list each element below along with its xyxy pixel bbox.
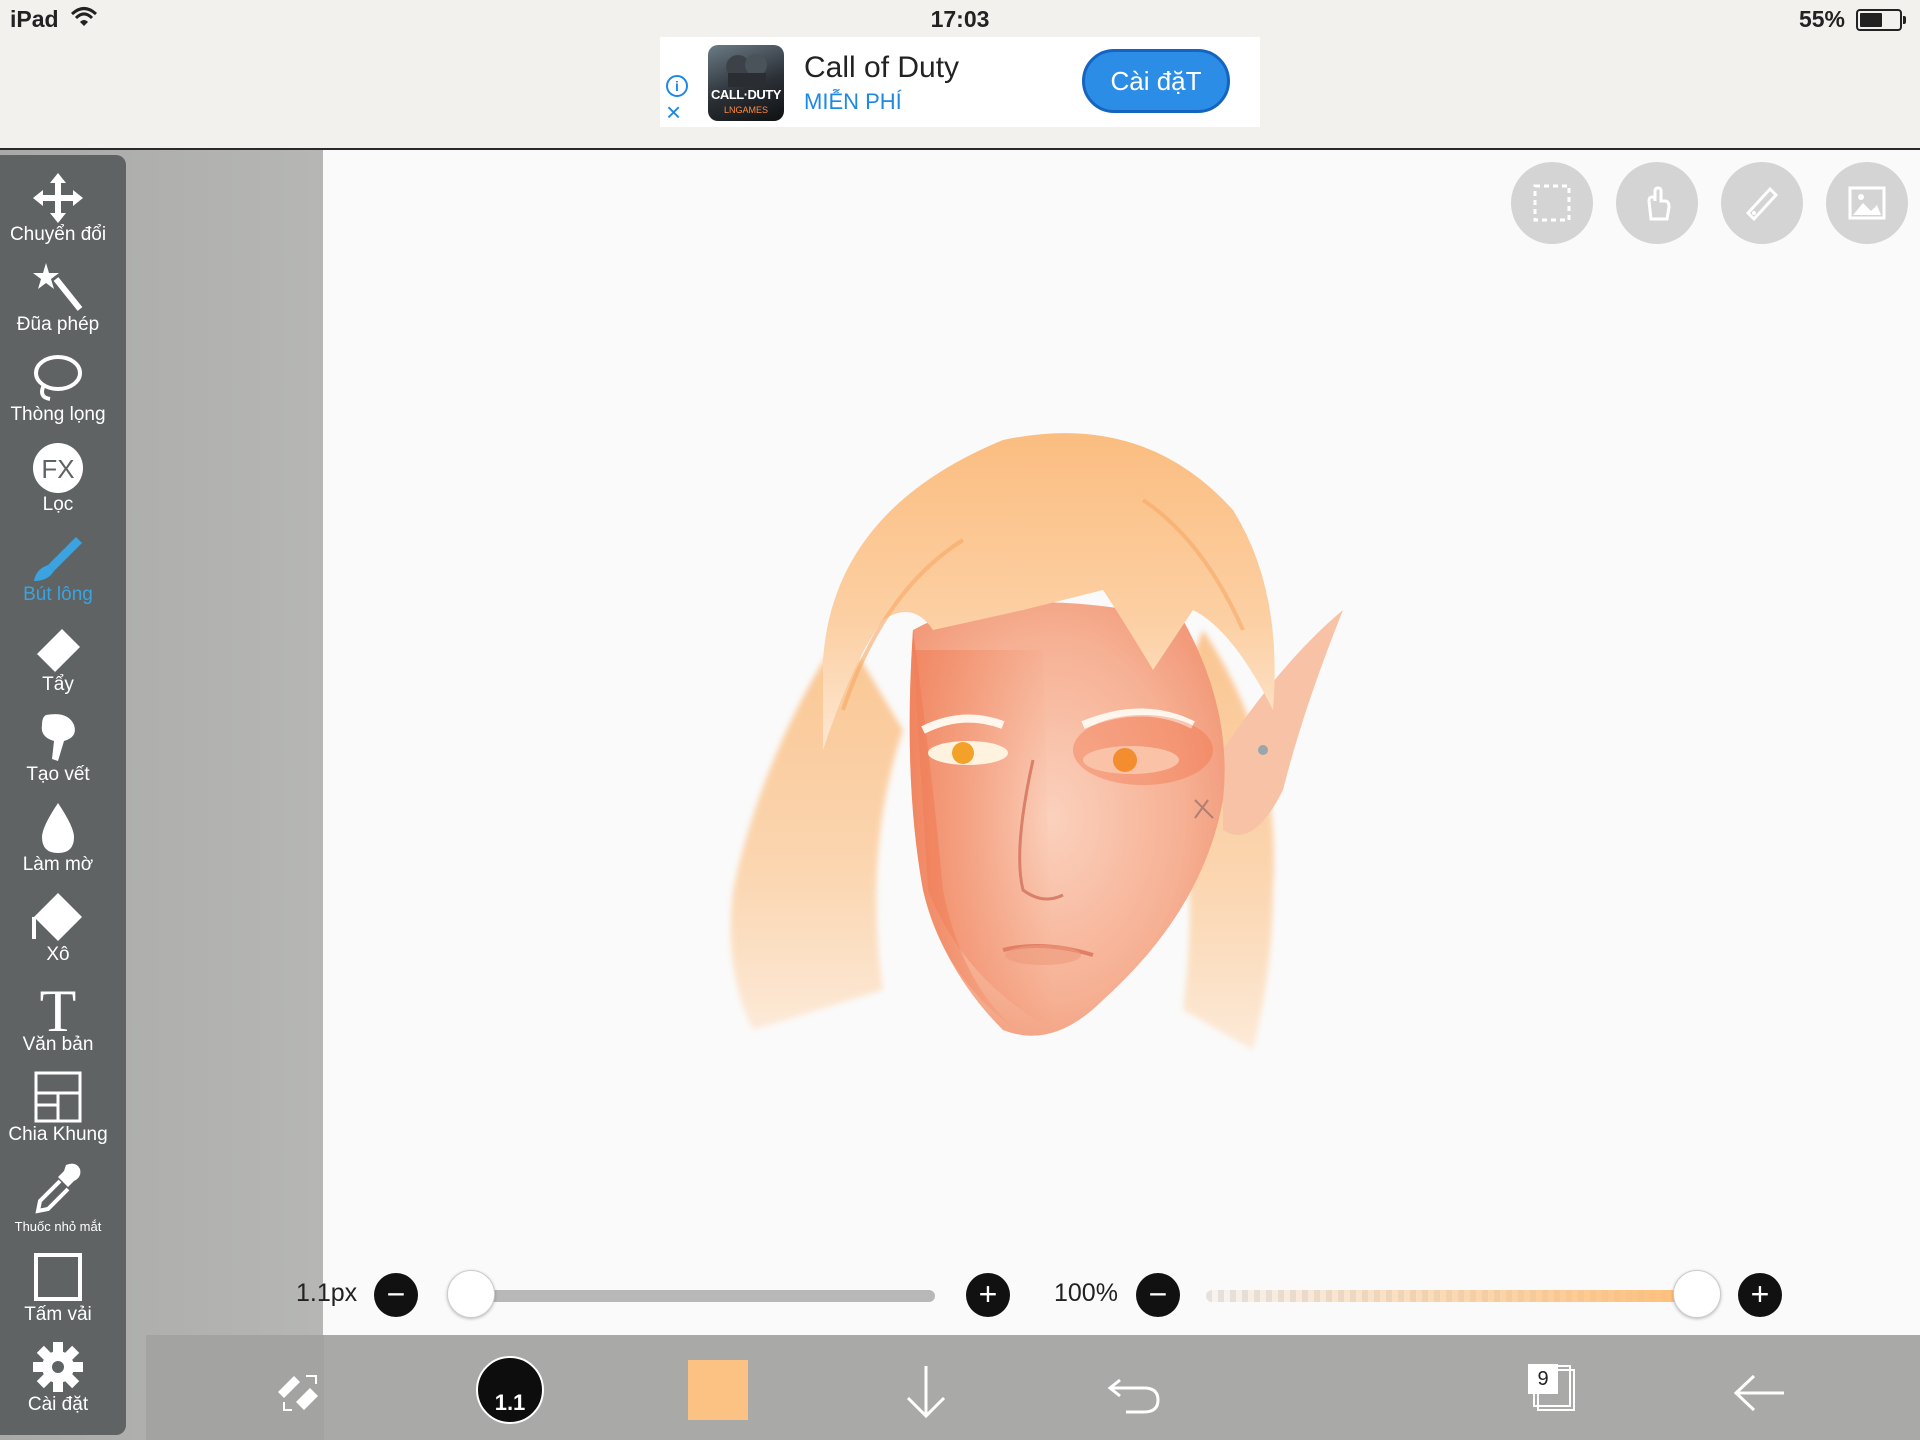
eyedropper-icon: [35, 1163, 81, 1214]
tool-smudge[interactable]: Tạo vết: [0, 707, 116, 797]
tool-label: Chuyển đổi: [9, 224, 107, 245]
tool-label: Xô: [46, 944, 70, 965]
tool-bucket[interactable]: Xô: [0, 887, 116, 977]
reference-image-button[interactable]: [1826, 162, 1908, 244]
tool-label: Văn bản: [22, 1034, 94, 1055]
hand-button[interactable]: [1616, 162, 1698, 244]
tool-text[interactable]: T Văn bản: [0, 977, 116, 1067]
tool-label: Thòng lọng: [10, 404, 106, 425]
tool-label: Tẩy: [42, 674, 74, 695]
status-bar: iPad 17:03 55%: [0, 0, 1920, 38]
brush-opacity-slider-thumb[interactable]: [1673, 1270, 1721, 1318]
tool-label: Đũa phép: [16, 314, 100, 335]
artwork: [730, 433, 1343, 1050]
tool-label: Làm mờ: [22, 854, 94, 875]
brush-size-indicator[interactable]: 1.1: [476, 1356, 544, 1424]
brush-size-slider-thumb[interactable]: [447, 1270, 495, 1318]
tool-eraser[interactable]: Tẩy: [0, 617, 116, 707]
brush-size-label: 1.1px: [296, 1279, 358, 1307]
brush-opacity-slider[interactable]: [1206, 1290, 1696, 1302]
ruler-icon: [1745, 186, 1779, 222]
selection-icon: [1533, 184, 1571, 222]
drawing-canvas[interactable]: [323, 150, 1920, 1335]
ad-banner[interactable]: i × CALL·DUTY LNGAMES Call of Duty MIỄN …: [660, 37, 1260, 127]
ad-info-icon[interactable]: i: [666, 75, 688, 97]
battery-percentage: 55%: [1798, 6, 1845, 32]
tool-settings[interactable]: Cài đặt: [0, 1337, 116, 1427]
smudge-icon: [41, 714, 75, 761]
ad-app-icon[interactable]: CALL·DUTY LNGAMES: [708, 45, 784, 121]
ad-close-icon[interactable]: ×: [666, 99, 681, 125]
ruler-button[interactable]: [1721, 162, 1803, 244]
tool-eyedropper[interactable]: Thuốc nhỏ mắt: [0, 1157, 116, 1247]
tool-filter[interactable]: FX Lọc: [0, 437, 116, 527]
tool-magic-wand[interactable]: Đũa phép: [0, 257, 116, 347]
tool-label: Tạo vết: [26, 764, 90, 785]
tool-blur[interactable]: Làm mờ: [0, 797, 116, 887]
selection-button[interactable]: [1511, 162, 1593, 244]
color-picker-button[interactable]: [688, 1360, 748, 1420]
arrow-down-icon: [906, 1366, 946, 1419]
tool-frame-divider[interactable]: Chia Khung: [0, 1067, 116, 1157]
move-icon: [33, 173, 83, 223]
ad-icon-logo-text: CALL·DUTY: [711, 87, 781, 102]
back-button[interactable]: [1732, 1368, 1788, 1418]
magic-wand-icon: [33, 263, 83, 311]
image-icon: [1848, 186, 1886, 220]
gear-icon: [33, 1342, 83, 1392]
ad-install-button[interactable]: Cài đặT: [1082, 49, 1230, 113]
lasso-icon: [34, 355, 82, 401]
brush-opacity-decrease-button[interactable]: −: [1136, 1273, 1180, 1317]
text-icon: T: [40, 981, 77, 1035]
ad-subtitle: MIỄN PHÍ: [804, 89, 902, 114]
hand-icon: [1647, 186, 1671, 221]
tool-lasso[interactable]: Thòng lọng: [0, 347, 116, 437]
tool-label: Thuốc nhỏ mắt: [14, 1219, 102, 1234]
svg-text:FX: FX: [41, 454, 74, 484]
tool-label: Cài đặt: [27, 1394, 89, 1415]
undo-button[interactable]: [1106, 1368, 1162, 1418]
svg-text:T: T: [40, 981, 77, 1035]
bottom-toolbar: [146, 1335, 1920, 1440]
tool-transform[interactable]: Chuyển đổi: [0, 167, 116, 257]
battery-icon: [1856, 9, 1906, 31]
tool-palette: Chuyển đổi Đũa phép Thòng lọng FX Lọc Bú…: [0, 155, 126, 1435]
brush-icon: [34, 537, 82, 581]
brush-size-increase-button[interactable]: +: [966, 1273, 1010, 1317]
tool-brush[interactable]: Bút lông: [0, 527, 116, 617]
tool-label: Bút lông: [23, 584, 93, 605]
brush-slider-row: 1.1px − + 100% − +: [0, 1265, 1920, 1325]
frame-divider-icon: [34, 1071, 82, 1123]
fx-icon: FX: [33, 443, 83, 493]
arrow-left-icon: [1733, 1374, 1784, 1412]
eraser-icon: [34, 629, 80, 675]
brush-eraser-swap-icon: [278, 1375, 318, 1411]
tool-label: Lọc: [42, 494, 74, 515]
quick-switch-button[interactable]: [270, 1362, 330, 1422]
layer-count-badge: 9: [1528, 1364, 1558, 1394]
brush-opacity-increase-button[interactable]: +: [1738, 1273, 1782, 1317]
undo-icon: [1107, 1378, 1160, 1414]
brush-size-slider[interactable]: [470, 1290, 935, 1302]
bucket-icon: [32, 893, 82, 941]
ad-icon-publisher: LNGAMES: [723, 105, 768, 115]
brush-size-decrease-button[interactable]: −: [374, 1273, 418, 1317]
ad-title[interactable]: Call of Duty: [804, 51, 959, 85]
clock: 17:03: [930, 6, 990, 32]
blur-icon: [42, 803, 74, 853]
brush-opacity-label: 100%: [1054, 1279, 1118, 1307]
download-button[interactable]: [898, 1362, 954, 1422]
tool-label: Chia Khung: [8, 1124, 108, 1145]
